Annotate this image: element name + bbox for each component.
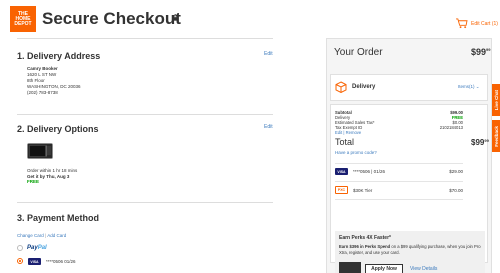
perks-description: Earn $396 in Perks Spend on a $99 qualif… bbox=[339, 244, 483, 255]
total-label: Total bbox=[335, 137, 355, 147]
edit-cart-label: Edit Cart (1) bbox=[471, 20, 498, 27]
edit-address-link[interactable]: Edit bbox=[264, 51, 273, 57]
total-value-whole: $99 bbox=[471, 138, 485, 147]
total-value: $9999 bbox=[471, 138, 489, 147]
live-chat-label: Live Chat bbox=[493, 89, 499, 111]
logo-text: THE HOME DEPOT bbox=[14, 10, 32, 27]
delivery-address-title: 1. Delivery Address bbox=[17, 51, 101, 61]
card-number-masked: ****0506 bbox=[46, 259, 64, 264]
card-links: Change Card | Add Card bbox=[17, 233, 66, 238]
apply-now-button[interactable]: Apply Now bbox=[365, 264, 403, 273]
feedback-label: Feedback bbox=[493, 125, 499, 147]
card-expiry: 01/26 bbox=[64, 259, 76, 264]
chevron-down-icon: ⌄ bbox=[474, 84, 480, 89]
live-chat-tab[interactable]: Live Chat bbox=[492, 84, 500, 116]
add-card-link[interactable]: Add Card bbox=[47, 233, 66, 238]
divider bbox=[17, 38, 273, 39]
feedback-tab[interactable]: Feedback bbox=[492, 120, 500, 152]
your-order-title: Your Order bbox=[334, 47, 383, 58]
cart-icon bbox=[456, 18, 468, 29]
payment-row-card: VISA ****0506 | 01/26 $29.00 bbox=[335, 168, 463, 175]
visa-card-icon: VISA bbox=[335, 168, 348, 175]
view-details-link[interactable]: View Details bbox=[410, 266, 437, 272]
delivery-options-title: 2. Delivery Options bbox=[17, 124, 99, 134]
items-toggle[interactable]: Items(1) ⌄ bbox=[458, 84, 480, 90]
card-number: ****0506 01/26 bbox=[46, 259, 76, 264]
perks-title: Earn Perks 4X Faster* bbox=[339, 235, 391, 241]
checkout-page: THE HOME DEPOT Secure Checkout Edit Cart… bbox=[0, 0, 500, 273]
divider bbox=[335, 181, 463, 182]
microwave-product-image bbox=[27, 143, 53, 159]
divider bbox=[17, 202, 273, 203]
items-count: Items(1) bbox=[458, 84, 475, 89]
perks-highlight: Earn $396 in Perks Spend bbox=[339, 244, 391, 249]
payment-detail: ****0506 | 01/26 bbox=[353, 169, 385, 174]
summary-value: 2102184013 bbox=[439, 125, 463, 130]
promo-code-link[interactable]: Have a promo code? bbox=[335, 150, 377, 155]
divider bbox=[335, 163, 463, 164]
card-radio-selected[interactable] bbox=[17, 258, 23, 264]
order-total-cents: 99 bbox=[486, 47, 491, 52]
delivery-group-label: Delivery bbox=[352, 84, 376, 90]
payment-amount: $29.00 bbox=[449, 169, 463, 174]
paypal-logo-pal: Pal bbox=[37, 245, 47, 251]
paypal-radio[interactable] bbox=[17, 245, 23, 251]
home-depot-logo[interactable]: THE HOME DEPOT bbox=[10, 6, 36, 32]
edit-delivery-options-link[interactable]: Edit bbox=[264, 124, 273, 130]
divider bbox=[17, 114, 273, 115]
address-phone: (202) 783-8738 bbox=[27, 90, 58, 95]
shipping-cost: FREE bbox=[27, 179, 40, 185]
visa-card-icon: VISA bbox=[28, 258, 41, 265]
payment-method-title: 3. Payment Method bbox=[17, 213, 100, 223]
divider bbox=[335, 199, 463, 200]
pro-xtra-card-image bbox=[339, 262, 361, 273]
edit-remove-links[interactable]: Edit | Remove bbox=[335, 130, 361, 135]
delivery-estimate: Order within 1 hr 18 mins Get it by Thu,… bbox=[27, 168, 77, 185]
edit-cart-link[interactable]: Edit Cart (1) bbox=[455, 18, 498, 29]
payment-row-pxc: PXC $30K Tier $70.00 bbox=[335, 186, 463, 194]
page-title: Secure Checkout bbox=[42, 9, 181, 28]
total-value-cents: 99 bbox=[484, 138, 489, 143]
payment-amount: $70.00 bbox=[449, 187, 463, 193]
change-card-link[interactable]: Change Card bbox=[17, 233, 44, 238]
paypal-option[interactable]: PayPal bbox=[27, 245, 47, 251]
order-total-whole: $99 bbox=[471, 47, 487, 57]
order-within-text: Order within 1 hr 18 mins bbox=[27, 168, 78, 173]
package-icon bbox=[335, 81, 347, 93]
delivery-address-block: Camry Booker 1620 L ST NW 8th Floor WASH… bbox=[27, 66, 81, 96]
pro-xtra-credit-card-icon: PXC bbox=[335, 186, 348, 194]
order-total-header: $9999 bbox=[471, 47, 490, 57]
paypal-logo-pay: Pay bbox=[27, 245, 38, 251]
payment-detail: $30K Tier bbox=[353, 187, 373, 193]
lock-icon bbox=[173, 14, 178, 21]
